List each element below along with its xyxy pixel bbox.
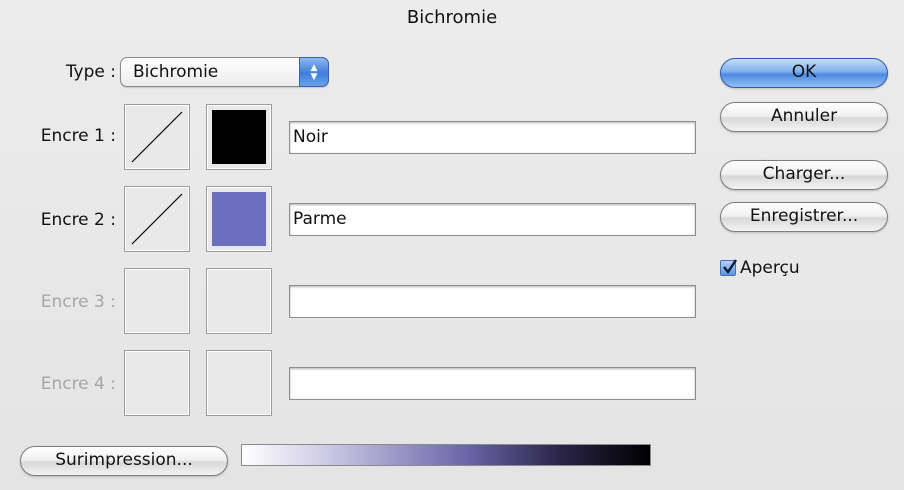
dialog-title: Bichromie — [406, 7, 498, 28]
ink-1-name-field[interactable]: Noir — [289, 121, 696, 154]
ink-4-label: Encre 4 : — [40, 374, 116, 394]
preview-label[interactable]: Aperçu — [740, 258, 800, 278]
ink-4-curve — [124, 350, 190, 416]
ok-button[interactable]: OK — [720, 58, 888, 88]
ink-1-curve[interactable] — [124, 104, 190, 170]
ink-2-name-field[interactable]: Parme — [289, 203, 696, 236]
overprint-button[interactable]: Surimpression... — [20, 446, 228, 476]
curve-diagonal-icon — [131, 193, 183, 245]
checkmark-icon — [723, 259, 737, 275]
ink-2-curve[interactable] — [124, 186, 190, 252]
type-label: Type : — [65, 62, 116, 82]
ink-4-name-field — [289, 367, 696, 400]
ink-3-name-field — [289, 285, 696, 318]
cancel-button[interactable]: Annuler — [720, 102, 888, 132]
select-arrows-icon: ▲ ▼ — [299, 57, 329, 87]
ink-2-label: Encre 2 : — [40, 210, 116, 230]
duotone-gradient-preview — [241, 444, 651, 466]
preview-checkbox[interactable] — [720, 259, 737, 276]
save-button[interactable]: Enregistrer... — [720, 202, 888, 232]
load-button[interactable]: Charger... — [720, 160, 888, 190]
ink-3-curve — [124, 268, 190, 334]
ink-3-color-swatch — [206, 268, 272, 334]
type-select[interactable]: Bichromie ▲ ▼ — [120, 57, 329, 87]
curve-diagonal-icon — [131, 111, 183, 163]
duotone-dialog: Bichromie Type : Bichromie ▲ ▼ Encre 1 :… — [0, 0, 904, 490]
ink-3-label: Encre 3 : — [40, 292, 116, 312]
ink-1-color-swatch[interactable] — [206, 104, 272, 170]
ink-4-color-swatch — [206, 350, 272, 416]
ink-1-label: Encre 1 : — [40, 126, 116, 146]
ink-2-color-swatch[interactable] — [206, 186, 272, 252]
type-select-value: Bichromie — [133, 62, 219, 82]
